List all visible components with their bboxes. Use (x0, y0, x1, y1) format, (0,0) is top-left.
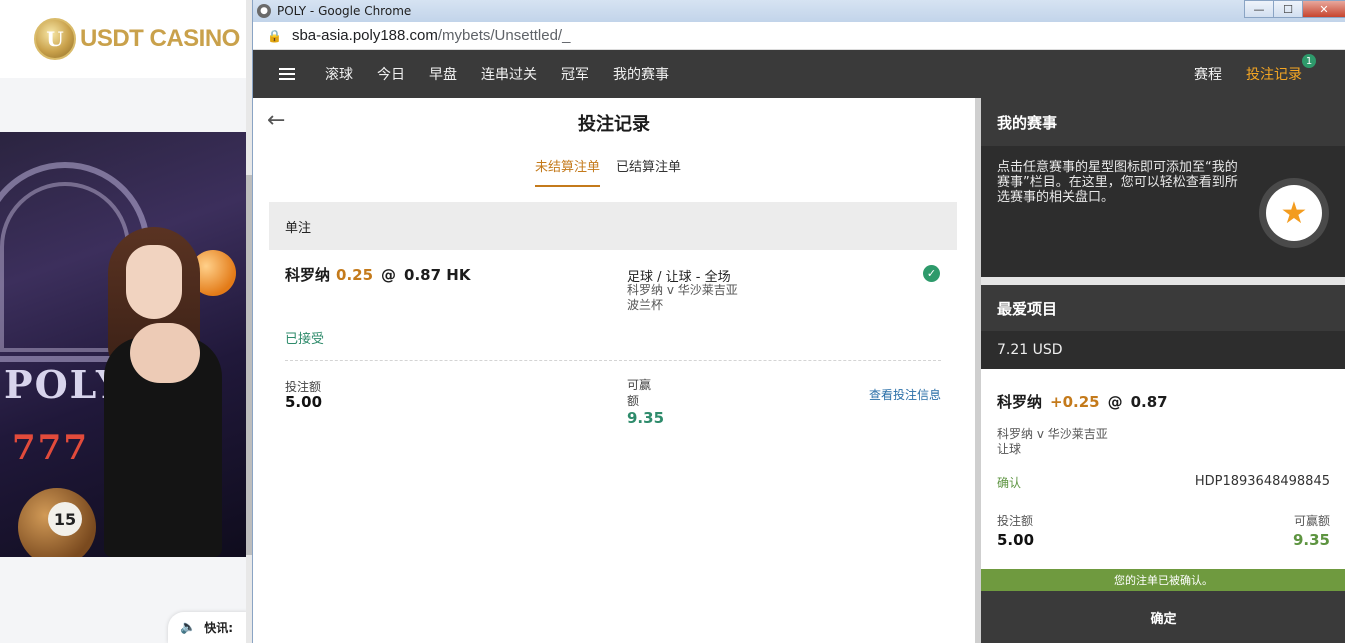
background-header: U USDT CASINO (0, 0, 246, 78)
bet-history-panel: ← 投注记录 未结算注单 已结算注单 单注 科罗纳 0.25 @0.87 HK 足球… (253, 98, 975, 643)
slip-stake-value: 5.00 (997, 531, 1035, 549)
nav-item-my-events[interactable]: 我的赛事 (613, 64, 669, 84)
slip-handicap: +0.25 (1050, 393, 1100, 411)
slip-at: @ (1107, 393, 1123, 411)
account-balance: 7.21 USD (981, 331, 1345, 369)
dashed-divider (285, 360, 941, 361)
my-events-header: 我的赛事 (981, 98, 1345, 146)
slip-win-label: 可赢额 (1293, 514, 1330, 528)
nav-item-early[interactable]: 早盘 (429, 64, 457, 84)
tab-settled[interactable]: 已结算注单 (616, 156, 681, 187)
bet-match: 科罗纳 v 华沙莱吉亚 (627, 283, 738, 297)
stake-value: 5.00 (285, 393, 323, 411)
maximize-button[interactable]: ☐ (1273, 0, 1303, 18)
nav-item-inplay[interactable]: 滚球 (325, 64, 353, 84)
bet-selection-line: 科罗纳 0.25 @0.87 HK (285, 264, 470, 285)
accepted-check-icon: ✓ (923, 265, 940, 282)
nav-item-today[interactable]: 今日 (377, 64, 405, 84)
nav-item-parlay[interactable]: 连串过关 (481, 64, 537, 84)
background-page: U USDT CASINO POLY 777 15 🔈 快讯: (0, 0, 252, 643)
model-image (90, 227, 225, 557)
nav-item-outright[interactable]: 冠军 (561, 64, 589, 84)
bet-odds: 0.87 HK (404, 266, 471, 284)
model-face (126, 245, 182, 319)
minimize-button[interactable]: — (1244, 0, 1274, 18)
nav-item-bet-history-label: 投注记录 (1246, 67, 1302, 83)
slip-stake-label: 投注额 (997, 514, 1034, 528)
slip-match-info: 科罗纳 v 华沙莱吉亚 让球 (997, 427, 1108, 457)
right-sidebar: 我的赛事 点击任意赛事的星型图标即可添加至“我的赛事”栏目。在这里，您可以轻松查… (981, 98, 1345, 643)
url-host: sba-asia.poly188.com (291, 27, 438, 44)
bet-league: 波兰杯 (627, 298, 664, 312)
news-ticker-label: 快讯: (204, 621, 233, 635)
slip-win-value: 9.35 (1292, 531, 1330, 549)
nav-item-bet-history[interactable]: 投注记录 1 (1246, 54, 1316, 84)
bet-slip: 科罗纳 +0.25 @0.87 科罗纳 v 华沙莱吉亚 让球 确认 HDP18936… (981, 369, 1345, 569)
chrome-icon: ● (257, 4, 271, 18)
bet-card: 科罗纳 0.25 @0.87 HK 足球 / 让球 - 全场 科罗纳 v 华沙莱吉亚… (269, 250, 957, 440)
view-bet-info-link[interactable]: 查看投注信息 (869, 386, 941, 403)
bet-selection: 科罗纳 (285, 266, 331, 284)
confirm-ok-button[interactable]: 确定 (981, 591, 1345, 643)
promo-banner[interactable]: POLY 777 15 (0, 132, 246, 557)
bet-handicap: 0.25 (336, 266, 374, 284)
window-titlebar[interactable]: ● POLY - Google Chrome — ☐ ✕ (253, 0, 1345, 22)
slip-confirm-label: 确认 (997, 476, 1022, 490)
favorites-header: 最爱项目 (981, 285, 1345, 331)
potential-win-label: 可赢额 (627, 378, 652, 408)
slip-market: 让球 (997, 442, 1022, 456)
nav-right-group: 赛程 投注记录 1 (1170, 50, 1316, 98)
my-events-description: 点击任意赛事的星型图标即可添加至“我的赛事”栏目。在这里，您可以轻松查看到所选赛… (997, 160, 1238, 205)
ball-number: 15 (48, 502, 82, 536)
chrome-popup-window: ● POLY - Google Chrome — ☐ ✕ 🔒 sba-asia.… (252, 0, 1345, 643)
favorite-star-button[interactable]: ★ (1259, 178, 1329, 248)
bet-tabs: 未结算注单 已结算注单 (535, 156, 697, 187)
bet-match-info: 科罗纳 v 华沙莱吉亚 波兰杯 (627, 283, 738, 313)
lock-icon[interactable]: 🔒 (267, 29, 282, 43)
star-icon: ★ (1266, 185, 1322, 241)
logo-text: USDT CASINO (80, 25, 240, 52)
window-controls: — ☐ ✕ (1244, 0, 1345, 18)
speaker-icon: 🔈 (180, 620, 197, 635)
page-title: 投注记录 (578, 114, 650, 135)
model-hands (130, 323, 200, 383)
slip-ticket-id: HDP1893648498845 (1194, 474, 1330, 489)
menu-icon[interactable] (279, 68, 295, 80)
site-nav: 滚球 今日 早盘 连串过关 冠军 我的赛事 赛程 投注记录 1 (253, 50, 1345, 98)
banner-777-text: 777 (12, 428, 89, 468)
my-events-body: 点击任意赛事的星型图标即可添加至“我的赛事”栏目。在这里，您可以轻松查看到所选赛… (981, 146, 1345, 277)
casino-logo[interactable]: U USDT CASINO (34, 18, 240, 60)
section-single-bets: 单注 (269, 202, 957, 250)
nav-item-schedule[interactable]: 赛程 (1194, 64, 1222, 84)
bet-status: 已接受 (285, 332, 325, 347)
slip-match: 科罗纳 v 华沙莱吉亚 (997, 427, 1108, 441)
bet-count-badge: 1 (1302, 54, 1316, 68)
address-bar[interactable]: 🔒 sba-asia.poly188.com/mybets/Unsettled/… (253, 22, 1345, 50)
slip-selection-line: 科罗纳 +0.25 @0.87 (997, 391, 1168, 412)
news-ticker-pill[interactable]: 🔈 快讯: (168, 612, 248, 643)
potential-win-value: 9.35 (627, 409, 665, 427)
bet-confirmed-banner: 您的注单已被确认。 (981, 569, 1345, 591)
slip-odds: 0.87 (1130, 393, 1168, 411)
sidebar-gap (981, 277, 1345, 285)
window-title: POLY - Google Chrome (277, 4, 412, 18)
slip-selection: 科罗纳 (997, 393, 1043, 411)
tab-unsettled[interactable]: 未结算注单 (535, 156, 601, 187)
url-path: /mybets/Unsettled/_ (437, 27, 571, 44)
close-button[interactable]: ✕ (1302, 0, 1345, 18)
logo-coin-icon: U (34, 18, 76, 60)
bet-at: @ (381, 266, 397, 284)
